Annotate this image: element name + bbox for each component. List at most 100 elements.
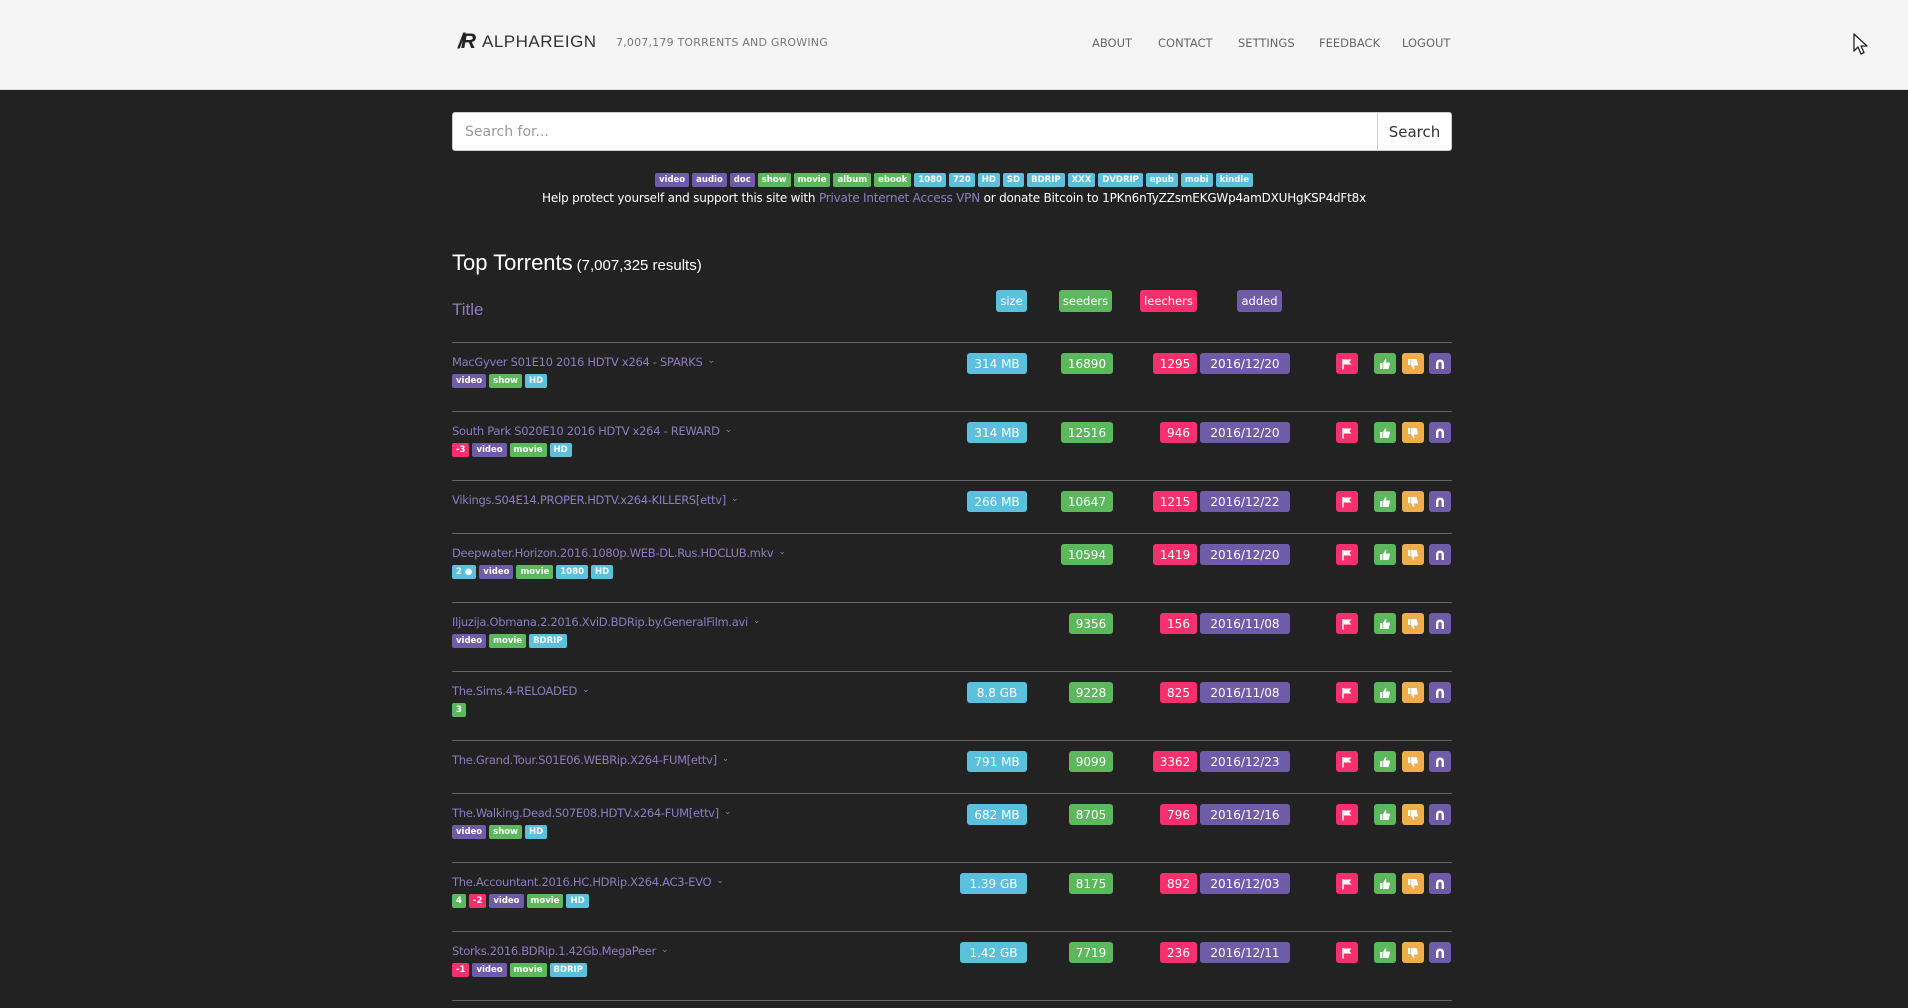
- thumbs-up-icon[interactable]: [1374, 804, 1396, 825]
- nav-logout[interactable]: LOGOUT: [1402, 36, 1450, 50]
- tag-badge[interactable]: video: [489, 894, 524, 908]
- chevron-down-icon[interactable]: ⌄: [731, 494, 739, 504]
- tag-badge[interactable]: -2: [468, 894, 487, 908]
- site-logo[interactable]: /R ALPHAREIGN: [458, 30, 597, 54]
- tag-badge[interactable]: video: [452, 634, 487, 648]
- report-flag-icon[interactable]: [1336, 613, 1358, 634]
- category-filter-hd[interactable]: HD: [977, 173, 1000, 187]
- chevron-down-icon[interactable]: ⌄: [724, 807, 732, 817]
- tag-badge[interactable]: HD: [591, 565, 614, 579]
- category-filter-720[interactable]: 720: [949, 173, 975, 187]
- category-filter-movie[interactable]: movie: [793, 173, 831, 187]
- tag-badge[interactable]: BDRIP: [549, 963, 588, 977]
- report-flag-icon[interactable]: [1336, 804, 1358, 825]
- nav-contact[interactable]: CONTACT: [1158, 36, 1213, 50]
- category-filter-dvdrip[interactable]: DVDRIP: [1098, 173, 1143, 187]
- torrent-title-link[interactable]: Storks.2016.BDRip.1.42Gb.MegaPeer ⌄: [452, 944, 669, 958]
- tag-badge[interactable]: HD: [524, 374, 548, 388]
- category-filter-sd[interactable]: SD: [1002, 173, 1025, 187]
- magnet-icon[interactable]: [1429, 751, 1451, 772]
- report-flag-icon[interactable]: [1336, 873, 1358, 894]
- report-flag-icon[interactable]: [1336, 422, 1358, 443]
- category-filter-1080[interactable]: 1080: [914, 173, 946, 187]
- category-filter-album[interactable]: album: [833, 173, 872, 187]
- chevron-down-icon[interactable]: ⌄: [661, 945, 669, 955]
- column-title[interactable]: Title: [452, 300, 484, 320]
- tag-badge[interactable]: 2 ●: [452, 565, 477, 579]
- tag-badge[interactable]: 1080: [556, 565, 589, 579]
- tag-badge[interactable]: movie: [516, 565, 554, 579]
- magnet-icon[interactable]: [1429, 422, 1451, 443]
- thumbs-down-icon[interactable]: [1402, 682, 1424, 703]
- torrent-title-link[interactable]: The.Accountant.2016.HC.HDRip.X264.AC3-EV…: [452, 875, 724, 889]
- search-input[interactable]: [453, 113, 1377, 150]
- thumbs-up-icon[interactable]: [1374, 682, 1396, 703]
- tag-badge[interactable]: HD: [566, 894, 589, 908]
- category-filter-audio[interactable]: audio: [692, 173, 727, 187]
- tag-badge[interactable]: -3: [452, 443, 470, 457]
- category-filter-kindle[interactable]: kindle: [1215, 173, 1253, 187]
- thumbs-down-icon[interactable]: [1402, 873, 1424, 894]
- chevron-down-icon[interactable]: ⌄: [725, 425, 733, 435]
- category-filter-epub[interactable]: epub: [1145, 173, 1178, 187]
- thumbs-down-icon[interactable]: [1402, 422, 1424, 443]
- nav-about[interactable]: ABOUT: [1092, 36, 1132, 50]
- thumbs-up-icon[interactable]: [1374, 613, 1396, 634]
- tag-badge[interactable]: video: [472, 443, 507, 457]
- torrent-title-link[interactable]: South Park S020E10 2016 HDTV x264 - REWA…: [452, 424, 732, 438]
- tag-badge[interactable]: show: [489, 374, 522, 388]
- magnet-icon[interactable]: [1429, 804, 1451, 825]
- report-flag-icon[interactable]: [1336, 682, 1358, 703]
- nav-settings[interactable]: SETTINGS: [1238, 36, 1295, 50]
- report-flag-icon[interactable]: [1336, 544, 1358, 565]
- tag-badge[interactable]: video: [472, 963, 507, 977]
- torrent-title-link[interactable]: Deepwater.Horizon.2016.1080p.WEB-DL.Rus.…: [452, 546, 786, 560]
- chevron-down-icon[interactable]: ⌄: [753, 616, 761, 626]
- thumbs-down-icon[interactable]: [1402, 751, 1424, 772]
- column-seeders[interactable]: seeders: [1059, 290, 1112, 312]
- torrent-title-link[interactable]: The.Sims.4-RELOADED ⌄: [452, 684, 590, 698]
- tag-badge[interactable]: movie: [489, 634, 527, 648]
- tag-badge[interactable]: movie: [509, 963, 547, 977]
- thumbs-up-icon[interactable]: [1374, 491, 1396, 512]
- category-filter-show[interactable]: show: [757, 173, 791, 187]
- category-filter-ebook[interactable]: ebook: [874, 173, 912, 187]
- category-filter-bdrip[interactable]: BDRIP: [1027, 173, 1065, 187]
- torrent-title-link[interactable]: The.Grand.Tour.S01E06.WEBRip.X264-FUM[et…: [452, 753, 729, 767]
- thumbs-down-icon[interactable]: [1402, 804, 1424, 825]
- tag-badge[interactable]: 4: [452, 894, 466, 908]
- vpn-link[interactable]: Private Internet Access VPN: [819, 191, 980, 205]
- report-flag-icon[interactable]: [1336, 353, 1358, 374]
- magnet-icon[interactable]: [1429, 353, 1451, 374]
- magnet-icon[interactable]: [1429, 613, 1451, 634]
- tag-badge[interactable]: HD: [524, 825, 548, 839]
- chevron-down-icon[interactable]: ⌄: [707, 356, 715, 366]
- thumbs-up-icon[interactable]: [1374, 544, 1396, 565]
- thumbs-up-icon[interactable]: [1374, 422, 1396, 443]
- tag-badge[interactable]: -1: [452, 963, 470, 977]
- tag-badge[interactable]: show: [489, 825, 522, 839]
- magnet-icon[interactable]: [1429, 873, 1451, 894]
- torrent-title-link[interactable]: MacGyver S01E10 2016 HDTV x264 - SPARKS ⌄: [452, 355, 715, 369]
- tag-badge[interactable]: video: [452, 825, 487, 839]
- tag-badge[interactable]: 3: [452, 703, 466, 717]
- chevron-down-icon[interactable]: ⌄: [716, 876, 724, 886]
- magnet-icon[interactable]: [1429, 491, 1451, 512]
- report-flag-icon[interactable]: [1336, 942, 1358, 963]
- tag-badge[interactable]: video: [452, 374, 487, 388]
- category-filter-mobi[interactable]: mobi: [1180, 173, 1213, 187]
- category-filter-doc[interactable]: doc: [729, 173, 755, 187]
- thumbs-down-icon[interactable]: [1402, 491, 1424, 512]
- thumbs-down-icon[interactable]: [1402, 353, 1424, 374]
- thumbs-up-icon[interactable]: [1374, 942, 1396, 963]
- column-leechers[interactable]: leechers: [1140, 290, 1197, 312]
- column-size[interactable]: size: [996, 290, 1027, 312]
- tag-badge[interactable]: movie: [526, 894, 564, 908]
- report-flag-icon[interactable]: [1336, 491, 1358, 512]
- nav-feedback[interactable]: FEEDBACK: [1319, 36, 1380, 50]
- magnet-icon[interactable]: [1429, 682, 1451, 703]
- thumbs-up-icon[interactable]: [1374, 873, 1396, 894]
- torrent-title-link[interactable]: The.Walking.Dead.S07E08.HDTV.x264-FUM[et…: [452, 806, 731, 820]
- tag-badge[interactable]: HD: [549, 443, 572, 457]
- report-flag-icon[interactable]: [1336, 751, 1358, 772]
